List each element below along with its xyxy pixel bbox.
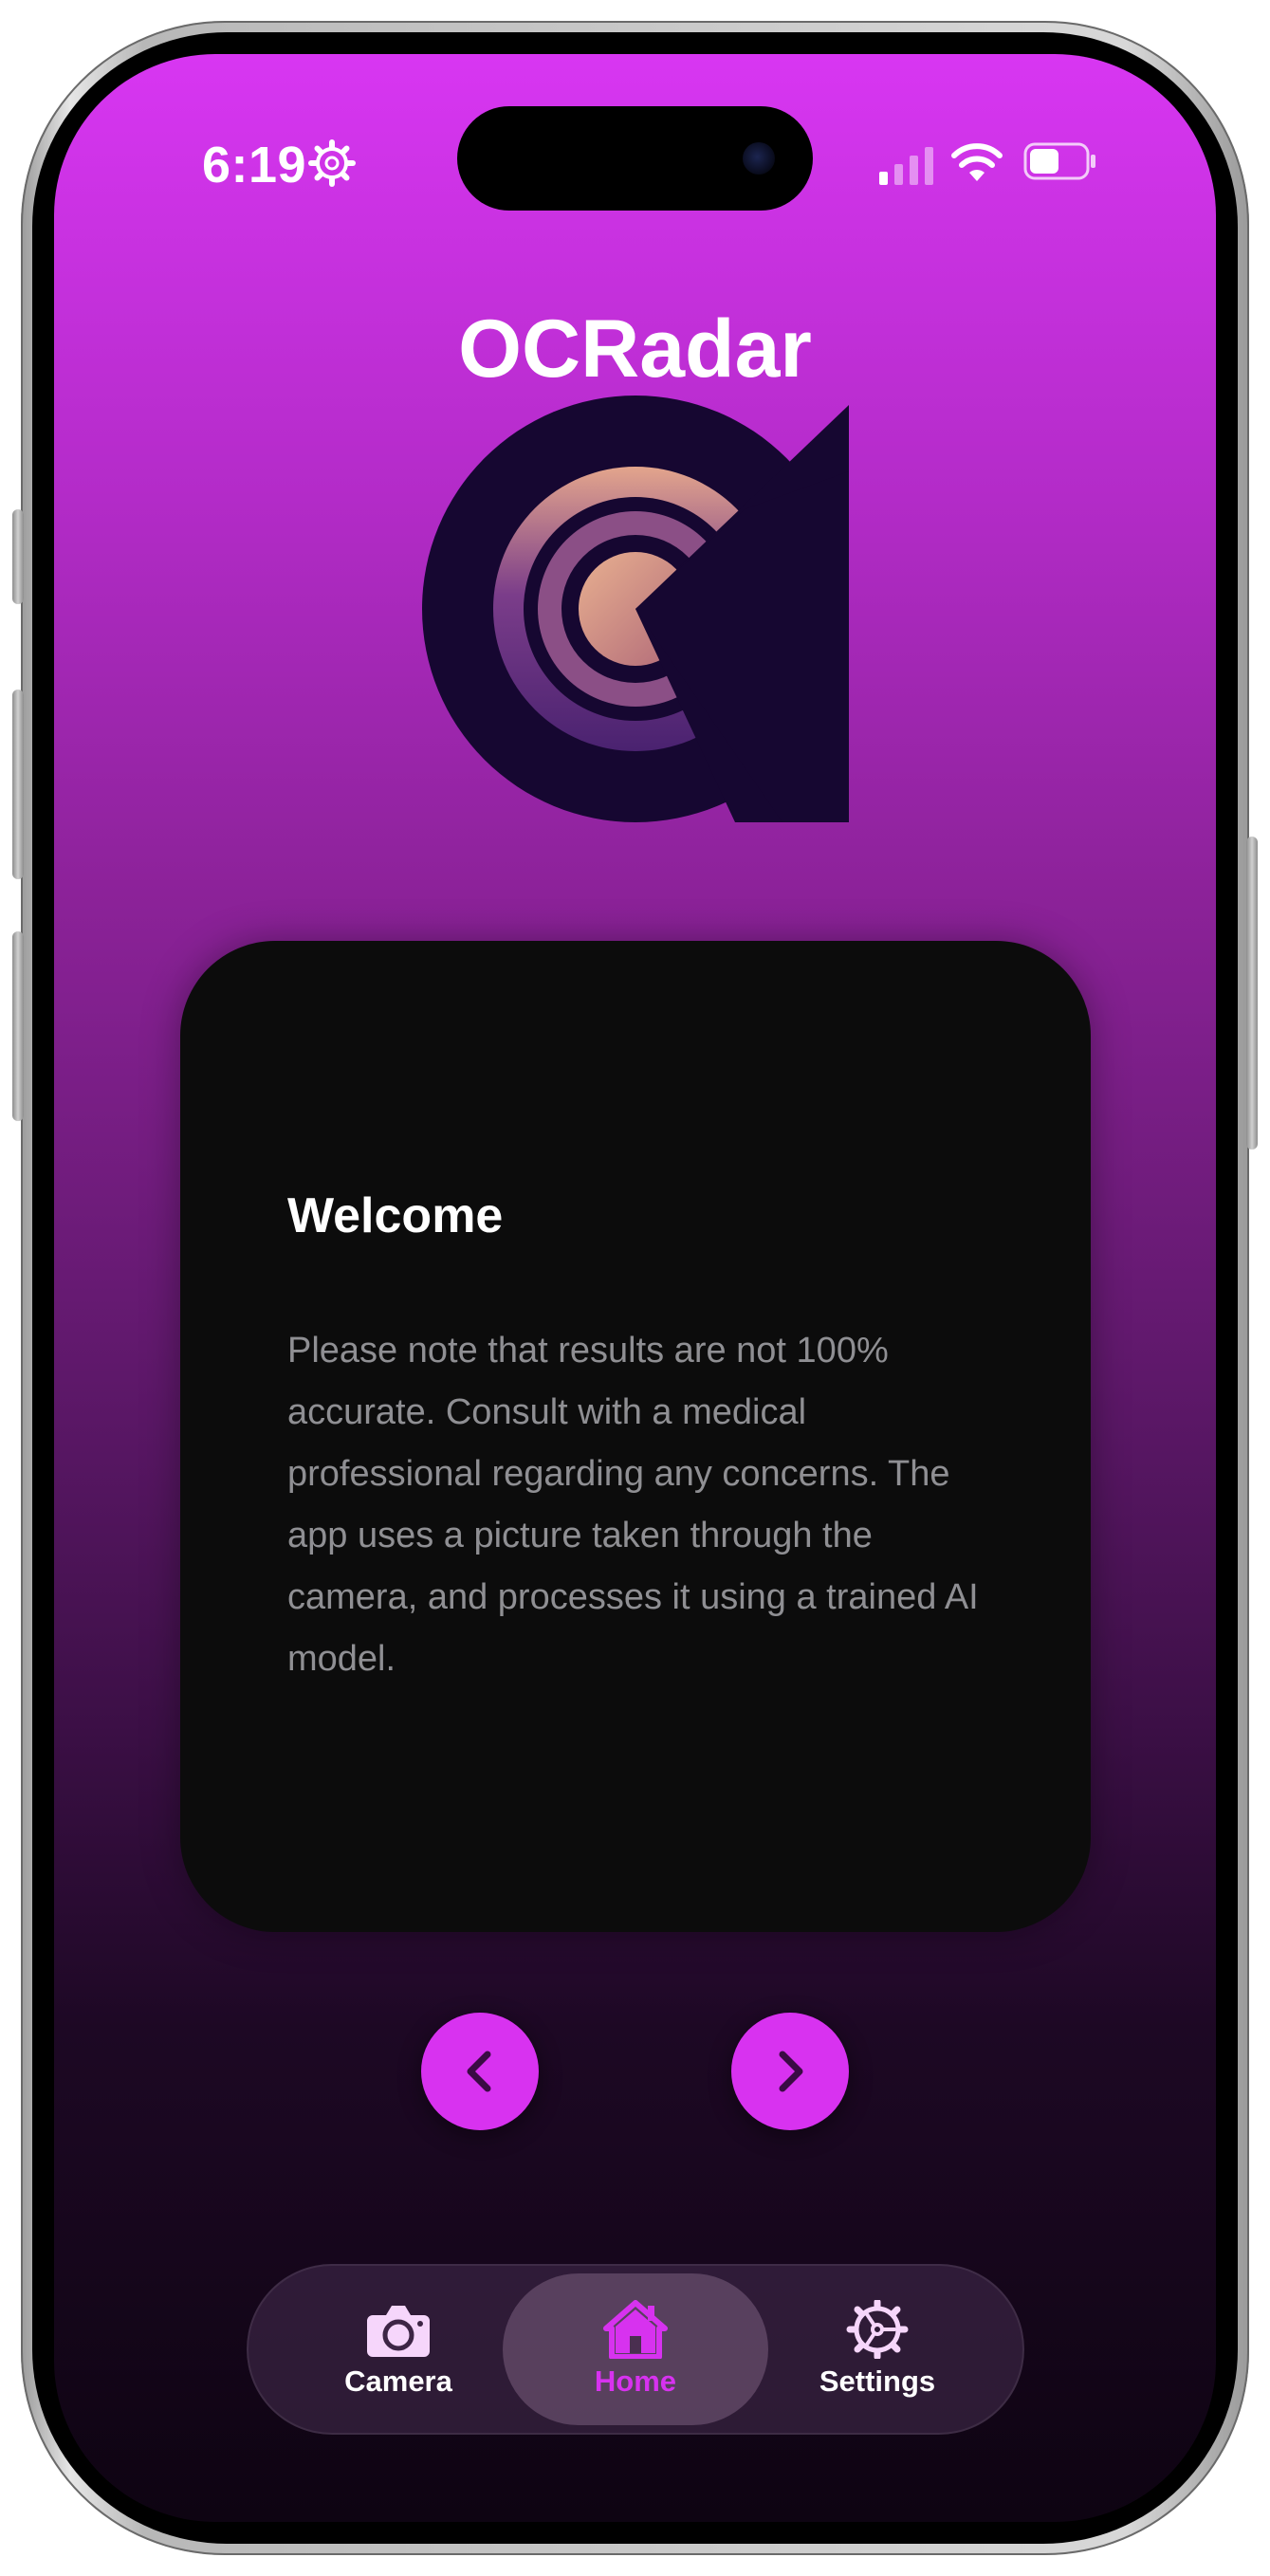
next-button[interactable] [731,2013,849,2130]
app-title: OCRadar [458,304,812,395]
ocradar-logo [422,396,849,822]
volume-down-button [12,931,24,1121]
camera-icon [367,2306,430,2357]
tab-settings[interactable]: Settings [745,2273,1010,2425]
tab-settings-label: Settings [819,2364,936,2398]
card-title: Welcome [287,1188,504,1243]
tab-camera-label: Camera [344,2364,452,2398]
wifi-icon [951,143,1003,181]
app-screen: 6:19 OCRadar Welcome Please note that re… [54,54,1216,2522]
status-time: 6:19 [202,137,307,193]
gear-icon [846,2300,909,2359]
chevron-left-icon [467,2051,491,2092]
signal-icon [879,147,933,185]
welcome-card: Welcome Please note that results are not… [180,941,1091,1932]
dynamic-island [457,106,813,211]
tab-bar: Camera Home Settings [247,2264,1024,2435]
power-button [1246,837,1258,1150]
chevron-right-icon [779,2051,803,2092]
tab-home[interactable]: Home [503,2273,768,2425]
volume-up-button [12,690,24,879]
house-icon [603,2300,668,2359]
gear-icon [308,139,356,187]
tab-home-label: Home [594,2364,677,2398]
previous-button[interactable] [421,2013,539,2130]
tab-camera[interactable]: Camera [266,2273,531,2425]
action-button [12,509,24,604]
card-body: Please note that results are not 100% ac… [287,1331,979,1679]
battery-icon [1023,142,1095,180]
front-camera [743,142,775,175]
